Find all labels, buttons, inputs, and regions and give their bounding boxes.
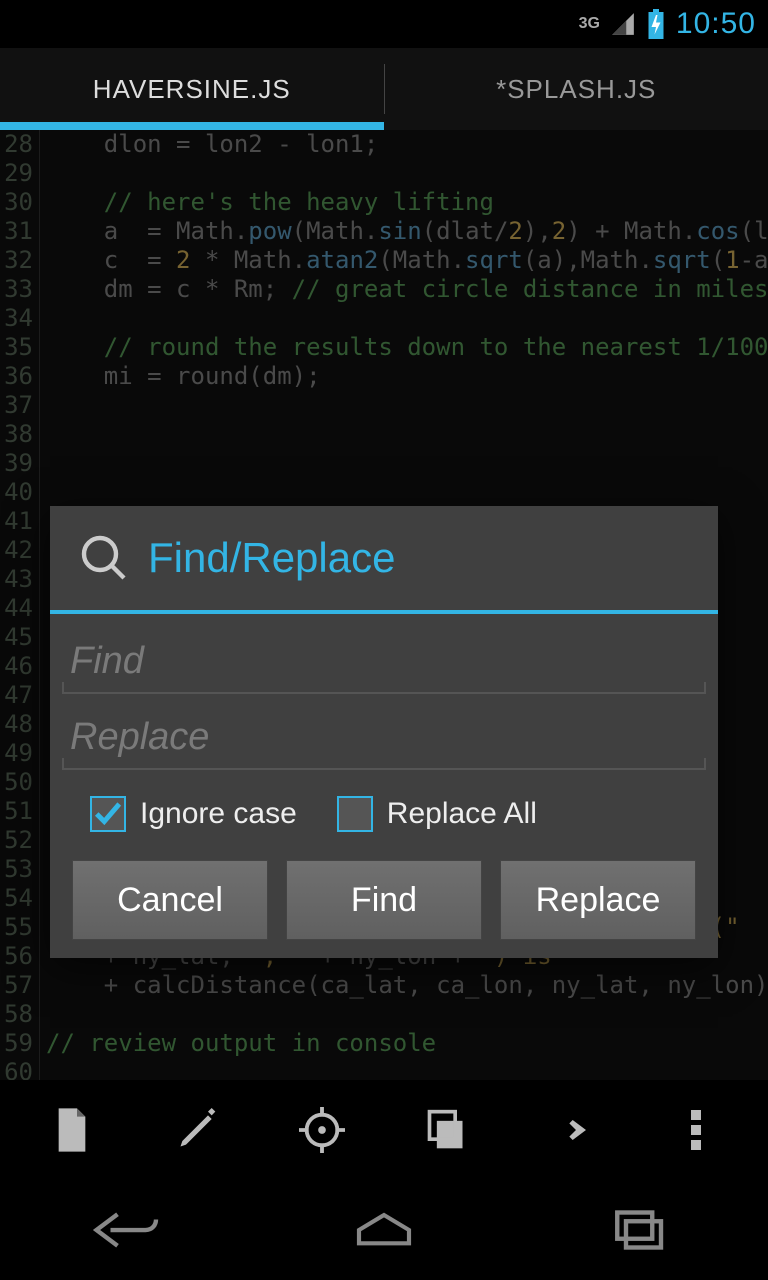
- signal-icon: [610, 11, 636, 37]
- battery-icon: [646, 9, 666, 39]
- button-label: Replace: [536, 881, 661, 920]
- system-nav-bar: [0, 1180, 768, 1280]
- tab-haversine[interactable]: HAVERSINE.JS: [0, 48, 384, 130]
- replace-input[interactable]: [62, 706, 706, 770]
- find-input[interactable]: [62, 630, 706, 694]
- app-toolbar: [0, 1080, 768, 1180]
- file-icon[interactable]: [32, 1100, 112, 1160]
- network-label: 3G: [579, 15, 600, 33]
- find-replace-dialog: Find/Replace Ignore case Replace All: [50, 506, 718, 958]
- target-icon[interactable]: [282, 1100, 362, 1160]
- tab-label: HAVERSINE.JS: [93, 74, 291, 105]
- tab-label: *SPLASH.JS: [496, 74, 656, 105]
- checkbox-label: Replace All: [387, 797, 537, 831]
- ignore-case-checkbox[interactable]: Ignore case: [90, 796, 297, 832]
- tab-bar: HAVERSINE.JS *SPLASH.JS: [0, 48, 768, 130]
- editor[interactable]: 28 dlon = lon2 - lon1;2930 // here's the…: [0, 130, 768, 1080]
- overflow-icon[interactable]: [656, 1100, 736, 1160]
- dialog-title: Find/Replace: [148, 534, 395, 582]
- status-bar: 3G 10:50: [0, 0, 768, 48]
- replace-button[interactable]: Replace: [500, 860, 696, 940]
- checkbox-label: Ignore case: [140, 797, 297, 831]
- tab-splash[interactable]: *SPLASH.JS: [385, 48, 768, 130]
- replace-all-checkbox[interactable]: Replace All: [337, 796, 537, 832]
- recent-icon[interactable]: [512, 1180, 768, 1280]
- home-icon[interactable]: [256, 1180, 512, 1280]
- back-icon[interactable]: [0, 1180, 256, 1280]
- copy-icon[interactable]: [406, 1100, 486, 1160]
- cancel-button[interactable]: Cancel: [72, 860, 268, 940]
- pencil-icon[interactable]: [157, 1100, 237, 1160]
- checkbox-icon: [90, 796, 126, 832]
- clock: 10:50: [676, 7, 756, 41]
- run-icon[interactable]: [531, 1100, 611, 1160]
- search-icon: [80, 534, 128, 582]
- button-label: Cancel: [117, 881, 223, 920]
- button-label: Find: [351, 881, 417, 920]
- dialog-header: Find/Replace: [50, 506, 718, 614]
- find-button[interactable]: Find: [286, 860, 482, 940]
- checkbox-icon: [337, 796, 373, 832]
